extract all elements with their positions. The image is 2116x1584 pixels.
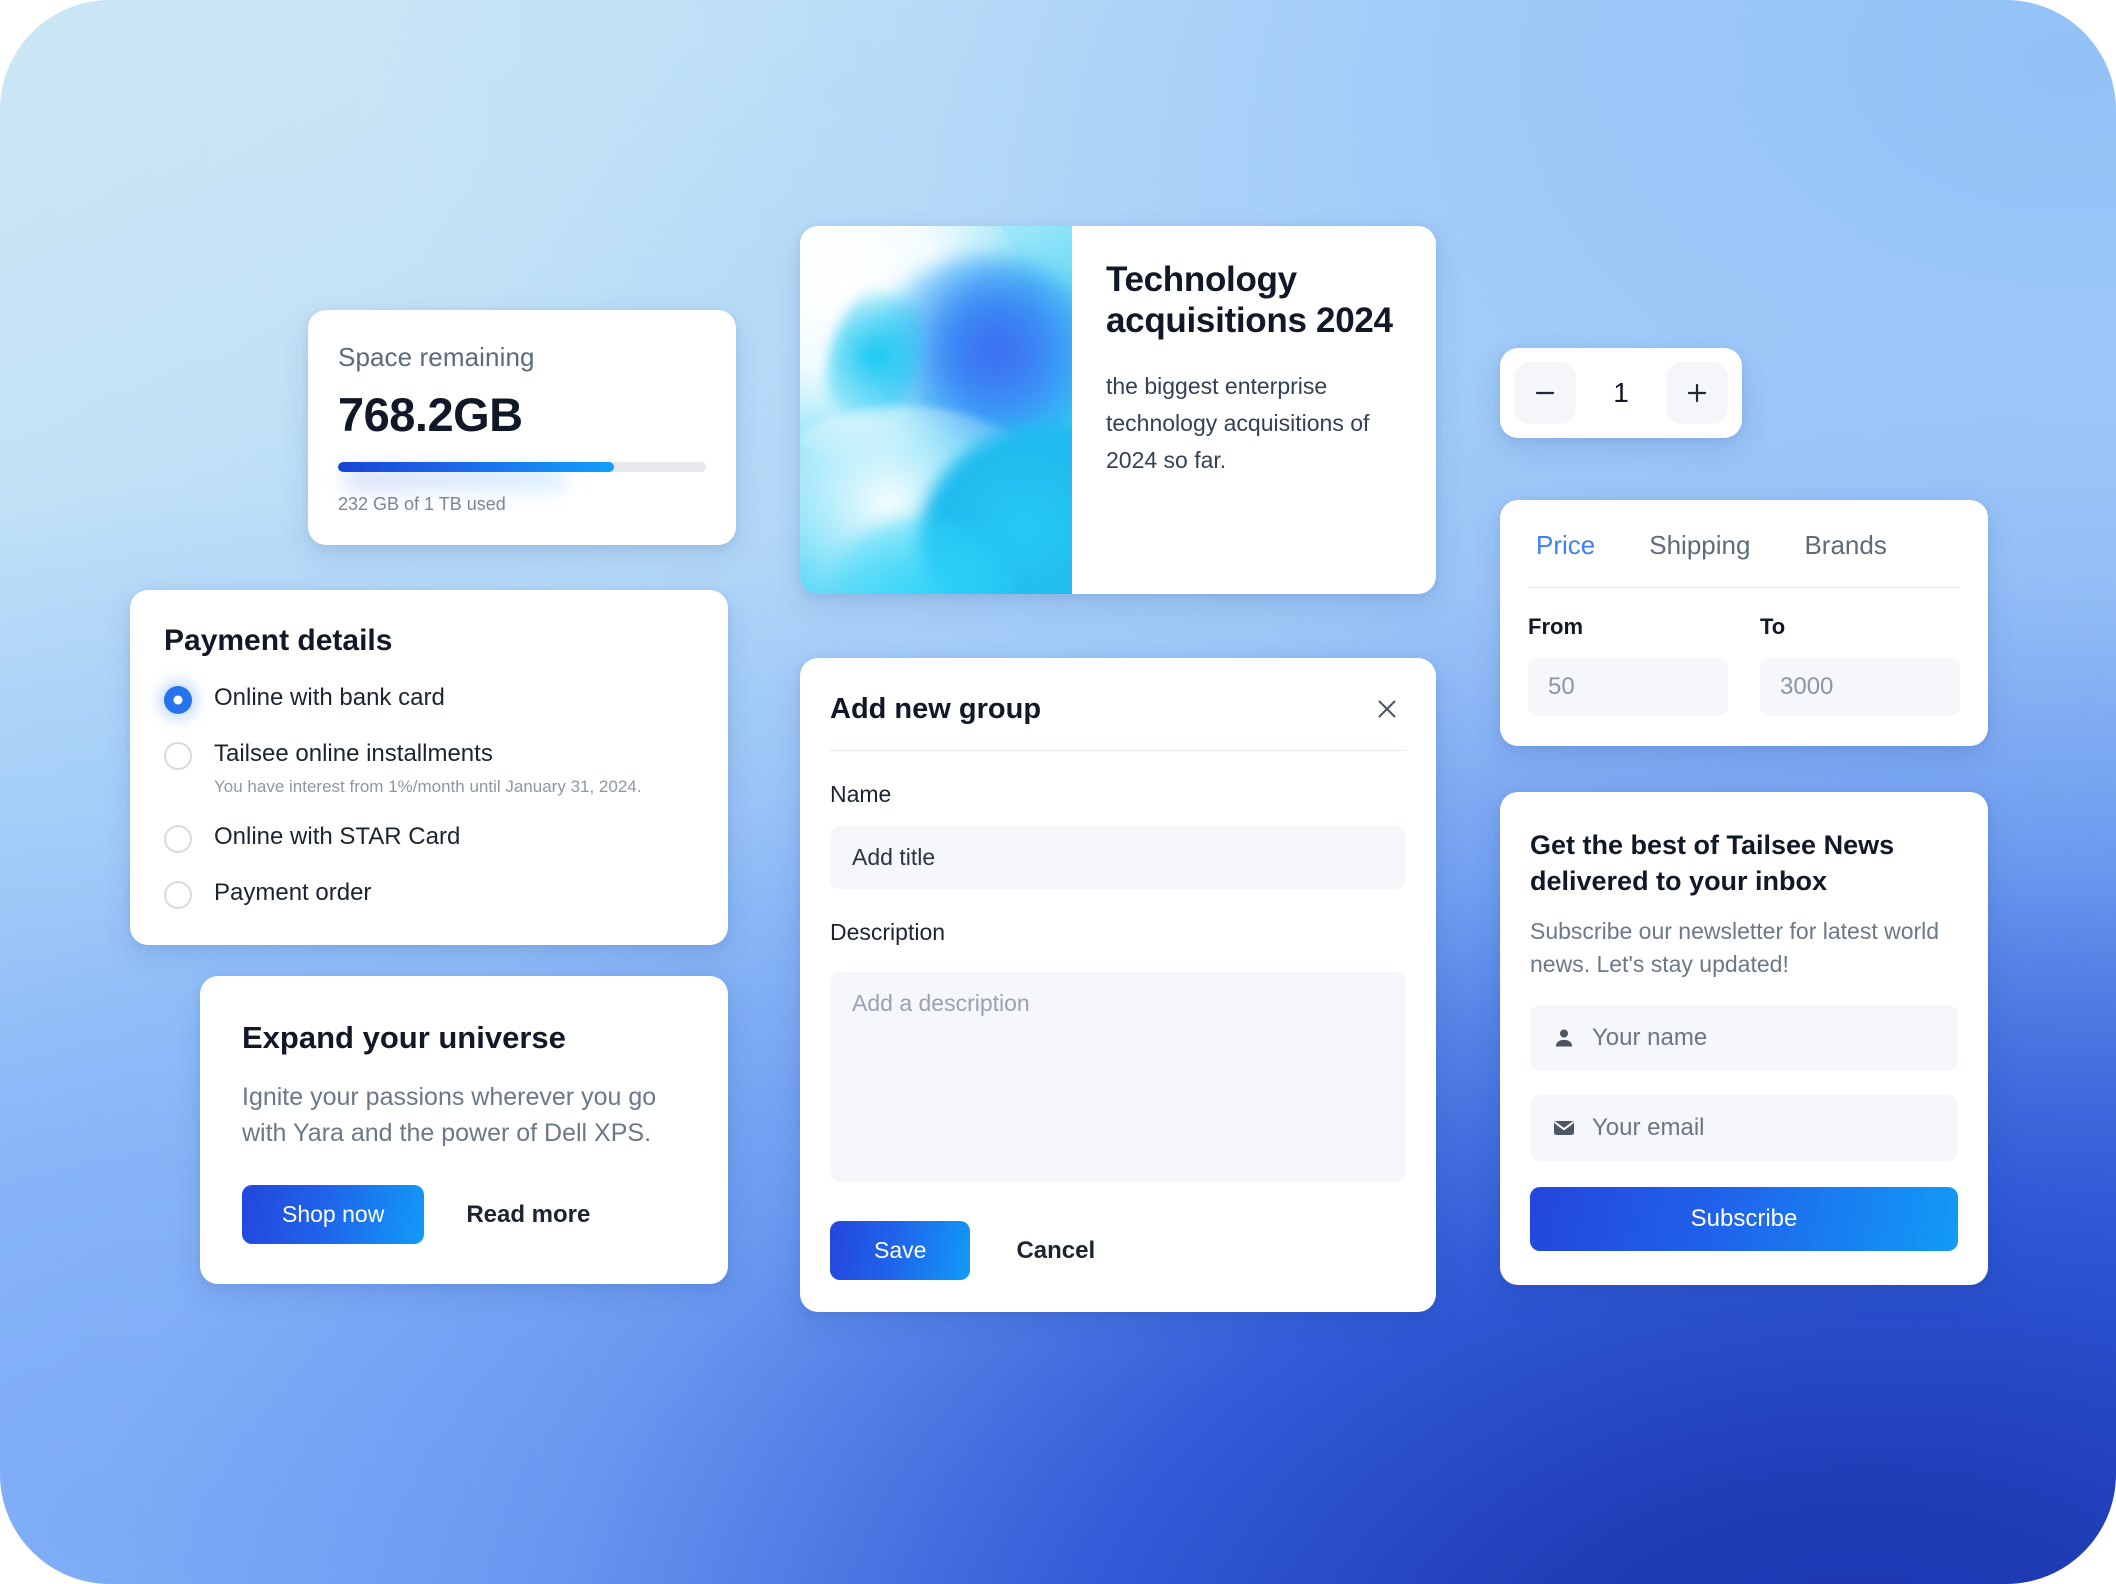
cancel-button[interactable]: Cancel <box>1004 1229 1107 1273</box>
expand-universe-body: Ignite your passions wherever you go wit… <box>242 1083 657 1147</box>
tab-brands[interactable]: Brands <box>1804 526 1886 565</box>
minus-icon[interactable] <box>1514 362 1576 424</box>
newsletter-subtitle: Subscribe our newsletter for latest worl… <box>1530 918 1940 977</box>
subscribe-button[interactable]: Subscribe <box>1530 1186 1958 1251</box>
read-more-button[interactable]: Read more <box>454 1193 602 1237</box>
group-description-label: Description <box>830 919 946 945</box>
price-range-row: From To <box>1528 614 1960 716</box>
quantity-stepper: 1 <box>1500 348 1742 438</box>
payment-details-card: Payment details Online with bank card Ta… <box>130 590 728 945</box>
progress-track <box>338 462 706 472</box>
payment-options-list: Online with bank card Tailsee online ins… <box>164 684 694 909</box>
payment-option-label: Payment order <box>214 878 372 906</box>
price-to-group: To <box>1760 614 1960 716</box>
newsletter-email-field <box>1530 1094 1958 1161</box>
expand-universe-card: Expand your universe Ignite your passion… <box>200 976 728 1284</box>
save-button[interactable]: Save <box>830 1221 971 1280</box>
page-background: Space remaining 768.2GB 232 GB of 1 TB u… <box>0 0 2116 1584</box>
expand-universe-actions: Shop now Read more <box>242 1185 686 1244</box>
price-to-label: To <box>1760 614 1786 639</box>
payment-option-label: Tailsee online installments <box>214 740 493 767</box>
technology-acquisitions-title: Technology acquisitions 2024 <box>1106 260 1393 340</box>
plus-icon[interactable] <box>1665 362 1728 424</box>
technology-acquisitions-description: the biggest enterprise technology acquis… <box>1106 372 1370 474</box>
modal-actions: Save Cancel <box>830 1221 1406 1280</box>
progress-glow <box>344 471 567 487</box>
price-from-input[interactable] <box>1528 658 1728 716</box>
progress-fill <box>338 462 614 472</box>
payment-option-label: Online with bank card <box>214 684 445 711</box>
filter-tabs: Price Shipping Brands <box>1528 526 1960 565</box>
stepper-value: 1 <box>1613 377 1629 408</box>
tabs-divider <box>1528 587 1960 588</box>
payment-option-payment-order[interactable]: Payment order <box>164 879 694 909</box>
price-from-label: From <box>1528 614 1583 639</box>
radio-icon[interactable] <box>164 880 192 909</box>
add-new-group-title: Add new group <box>830 692 1042 725</box>
user-icon <box>1552 1026 1576 1050</box>
price-filter-card: Price Shipping Brands From To <box>1500 500 1988 746</box>
envelope-icon <box>1552 1116 1576 1140</box>
group-name-label: Name <box>830 781 892 807</box>
payment-option-note: You have interest from 1%/month until Ja… <box>214 776 642 796</box>
shop-now-button[interactable]: Shop now <box>242 1185 425 1244</box>
payment-option-bank-card[interactable]: Online with bank card <box>164 684 694 714</box>
newsletter-card: Get the best of Tailsee News delivered t… <box>1500 792 1988 1285</box>
price-from-group: From <box>1528 614 1728 716</box>
group-name-input[interactable] <box>830 826 1406 889</box>
expand-universe-title: Expand your universe <box>242 1020 566 1055</box>
add-new-group-modal: Add new group Name Description Save Canc… <box>800 658 1436 1312</box>
space-remaining-card: Space remaining 768.2GB 232 GB of 1 TB u… <box>308 310 736 545</box>
newsletter-name-input[interactable] <box>1530 1004 1958 1071</box>
newsletter-title: Get the best of Tailsee News delivered t… <box>1530 830 1895 896</box>
radio-icon-selected[interactable] <box>164 686 192 714</box>
group-description-input[interactable] <box>830 972 1406 1182</box>
tab-shipping[interactable]: Shipping <box>1649 526 1750 565</box>
modal-divider <box>830 750 1406 751</box>
payment-option-star-card[interactable]: Online with STAR Card <box>164 823 694 853</box>
technology-acquisitions-card[interactable]: Technology acquisitions 2024 the biggest… <box>800 226 1436 594</box>
abstract-blue-swirl-image <box>800 226 1072 594</box>
space-remaining-value: 768.2GB <box>338 388 523 441</box>
radio-icon[interactable] <box>164 824 192 853</box>
tab-price[interactable]: Price <box>1536 526 1595 565</box>
payment-option-installments[interactable]: Tailsee online installments You have int… <box>164 740 694 797</box>
add-new-group-header: Add new group <box>830 692 1406 726</box>
price-to-input[interactable] <box>1760 658 1960 716</box>
technology-acquisitions-body: Technology acquisitions 2024 the biggest… <box>1072 226 1436 594</box>
storage-progress <box>338 462 706 487</box>
space-remaining-title: Space remaining <box>338 342 535 372</box>
close-icon[interactable] <box>1368 692 1406 726</box>
payment-details-title: Payment details <box>164 624 393 657</box>
space-used-label: 232 GB of 1 TB used <box>338 494 506 514</box>
payment-option-label: Online with STAR Card <box>214 822 461 850</box>
newsletter-name-field <box>1530 1004 1958 1071</box>
radio-icon[interactable] <box>164 742 192 770</box>
newsletter-email-input[interactable] <box>1530 1094 1958 1161</box>
